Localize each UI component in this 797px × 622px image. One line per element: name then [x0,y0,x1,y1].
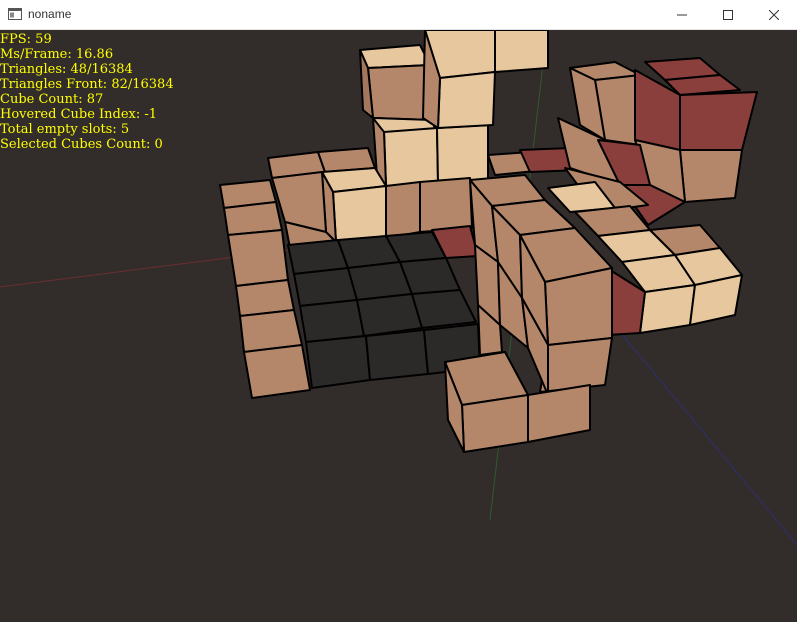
cube-face[interactable] [243,344,311,399]
ms-frame-label: Ms/Frame: 16.86 [0,47,114,62]
cube-face[interactable] [227,229,289,287]
minimize-icon [677,14,687,16]
maximize-button[interactable] [705,0,751,30]
window-title: noname [28,7,72,21]
cube-face[interactable] [419,177,473,233]
cube-face[interactable] [639,284,696,334]
minimize-button[interactable] [659,0,705,30]
stats-overlay: FPS: 59 Ms/Frame: 16.86 Triangles: 48/16… [0,32,174,152]
cube-face[interactable] [679,91,758,151]
floor-tile[interactable] [305,335,371,389]
cube-face[interactable] [461,394,529,453]
floor-tile[interactable] [411,289,477,329]
3d-viewport[interactable]: FPS: 59 Ms/Frame: 16.86 Triangles: 48/16… [0,30,797,622]
cube-face[interactable] [385,181,421,239]
cube-face[interactable] [332,185,387,243]
cube-face[interactable] [383,127,439,187]
title-bar: noname [0,0,797,30]
close-icon [769,10,779,20]
cube-count-label: Cube Count: 87 [0,92,104,107]
maximize-icon [723,10,733,20]
cube-face[interactable] [679,149,743,203]
voxel-model[interactable] [219,30,758,453]
cube-face[interactable] [527,384,591,443]
cube-face[interactable] [539,337,613,393]
app-icon [8,8,22,20]
cube-face[interactable] [494,30,549,73]
hovered-cube-index-label: Hovered Cube Index: -1 [0,107,158,122]
floor-tile[interactable] [399,257,461,295]
floor-tile[interactable] [365,329,429,381]
z-axis-line [609,319,797,546]
fps-label: FPS: 59 [0,32,52,47]
cube-face[interactable] [437,71,496,129]
cube-face[interactable] [436,124,489,183]
close-button[interactable] [751,0,797,30]
empty-slots-label: Total empty slots: 5 [0,122,130,137]
selected-cubes-count-label: Selected Cubes Count: 0 [0,137,163,152]
triangles-front-label: Triangles Front: 82/16384 [0,77,174,92]
floor-tile[interactable] [356,293,423,337]
triangles-label: Triangles: 48/16384 [0,62,133,77]
cube-face[interactable] [544,267,613,346]
floor-tile[interactable] [299,299,365,343]
